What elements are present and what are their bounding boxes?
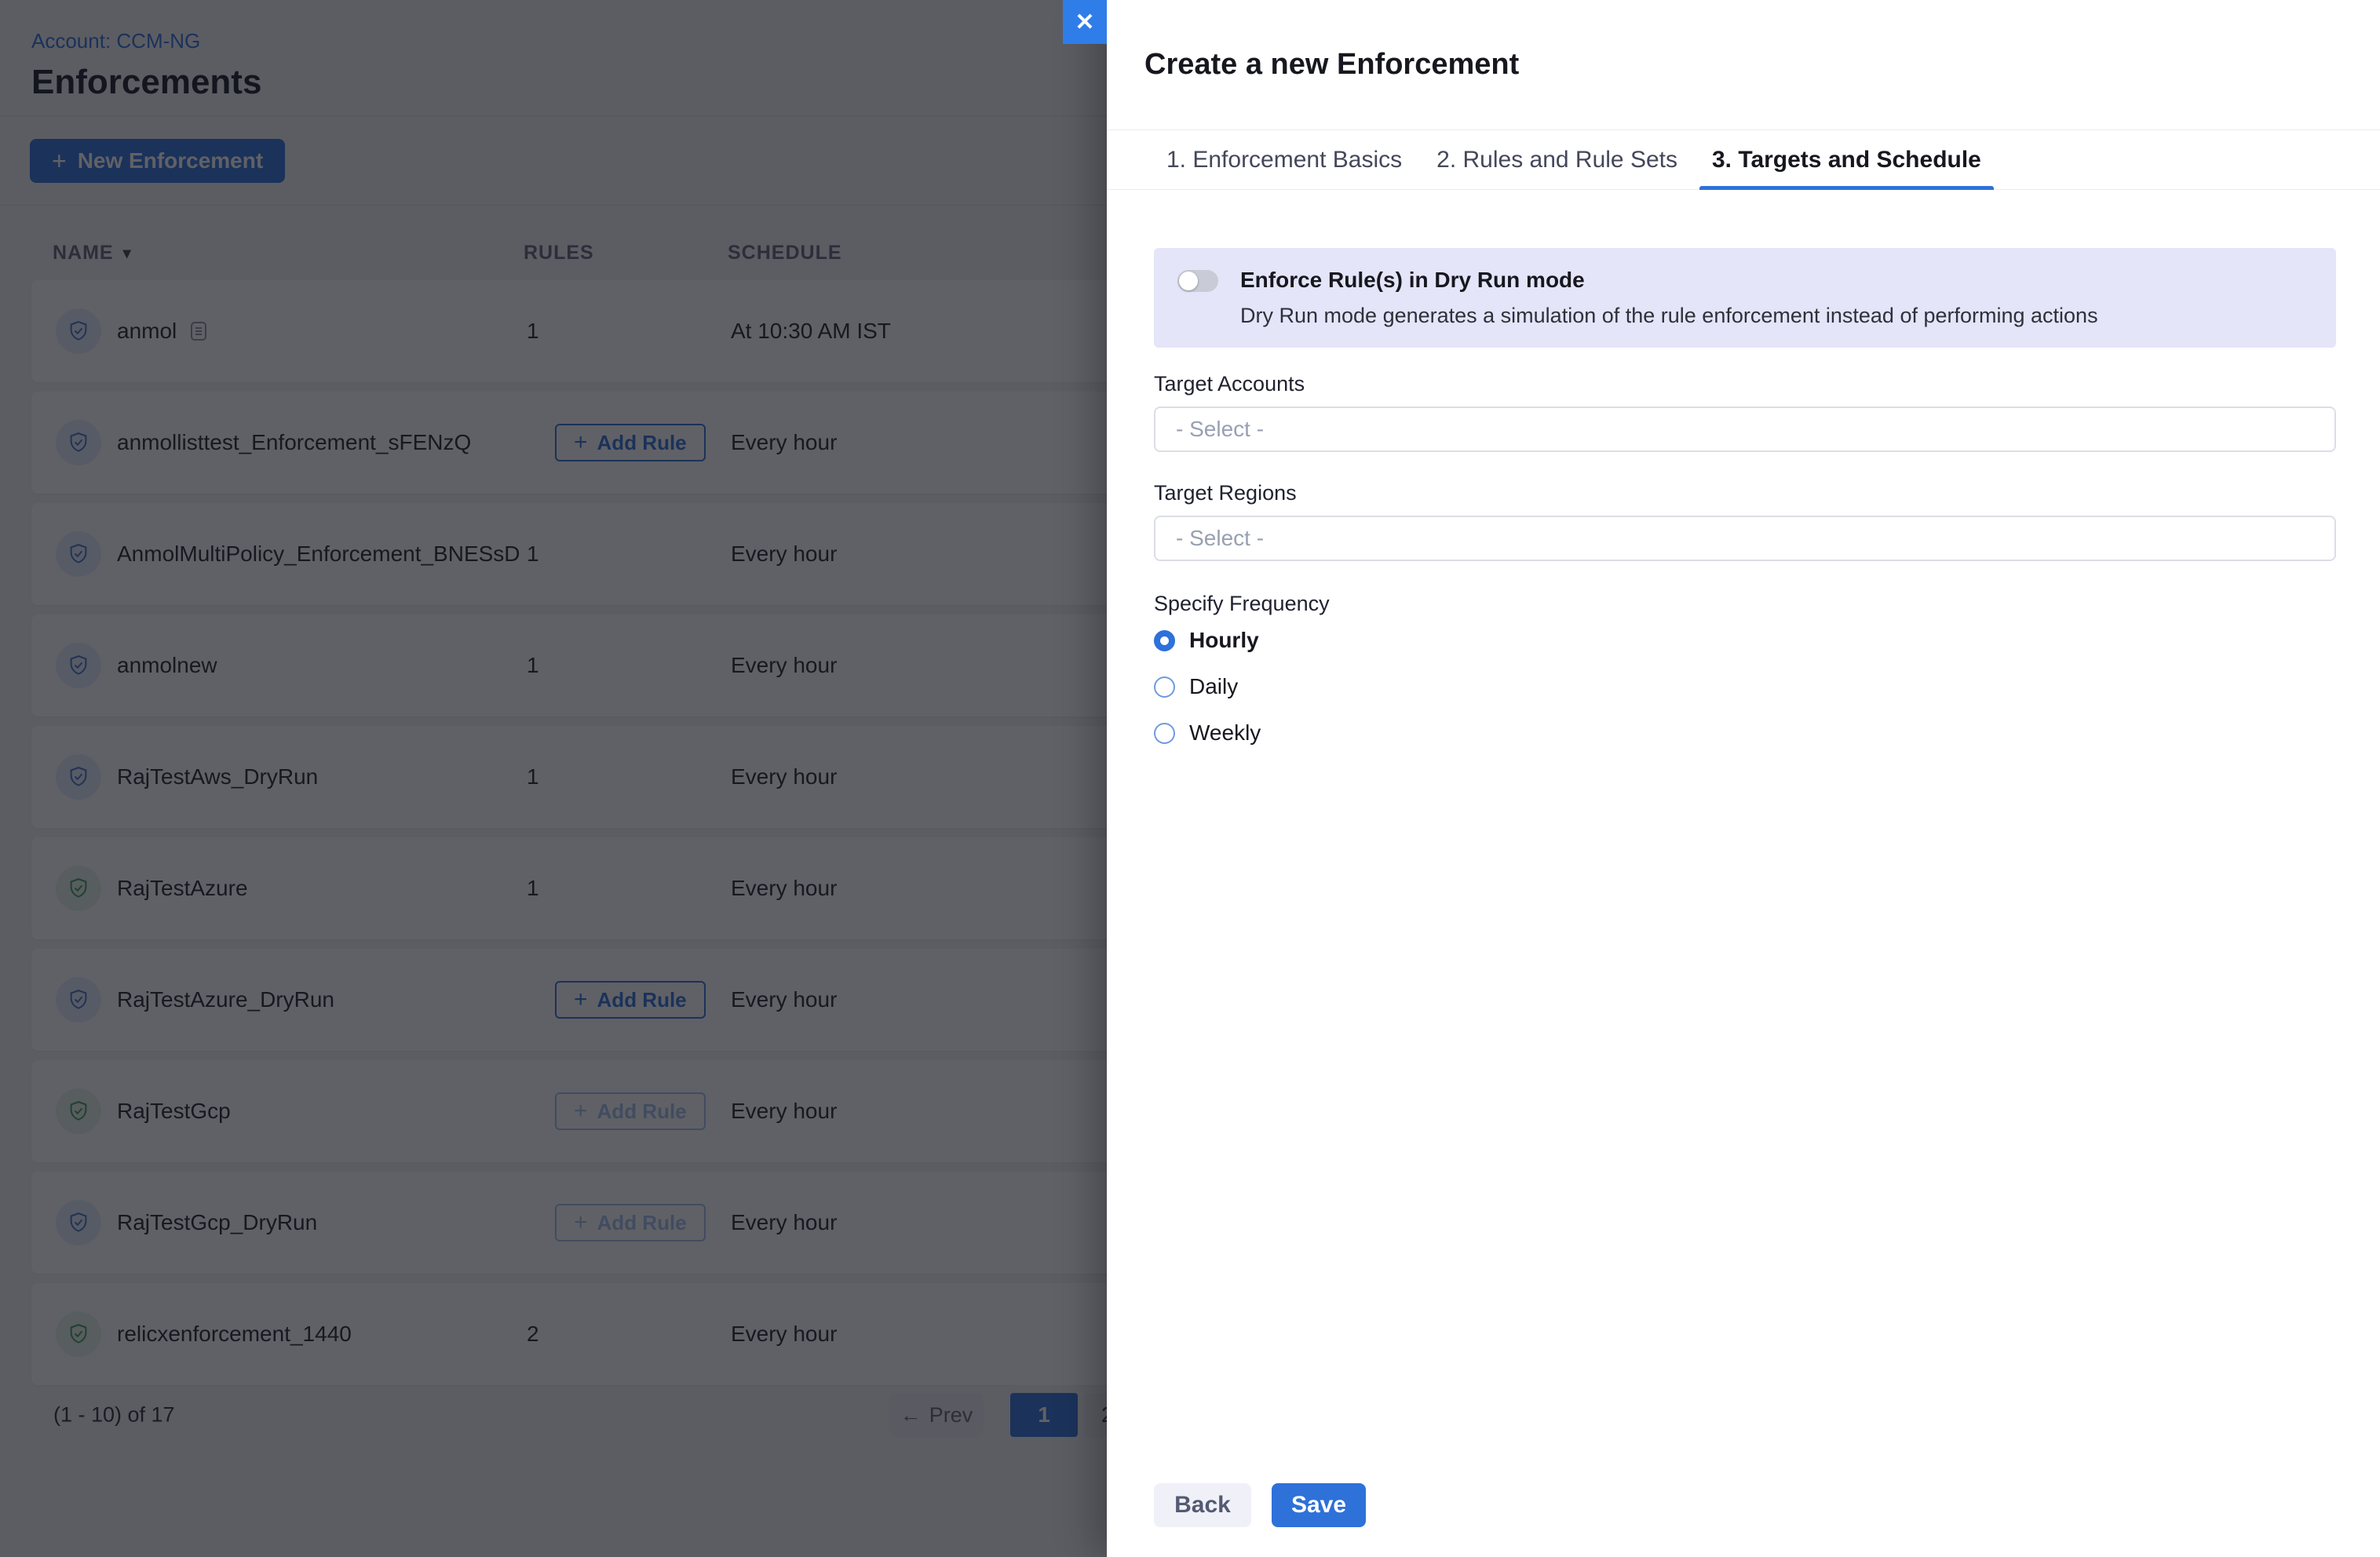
save-button[interactable]: Save [1272, 1483, 1366, 1527]
target-regions-select[interactable]: - Select - [1154, 516, 2336, 561]
drawer-footer: Back Save [1154, 1483, 1366, 1527]
dry-run-description: Dry Run mode generates a simulation of t… [1240, 303, 2098, 329]
wizard-tab[interactable]: 1. Enforcement Basics [1154, 130, 1414, 189]
drawer-content: Enforce Rule(s) in Dry Run mode Dry Run … [1107, 190, 2380, 1557]
close-button[interactable]: ✕ [1063, 0, 1107, 44]
dry-run-banner: Enforce Rule(s) in Dry Run mode Dry Run … [1154, 248, 2336, 348]
frequency-radio-group: Hourly Daily Weekly [1154, 628, 2336, 746]
frequency-option[interactable]: Weekly [1154, 720, 2336, 746]
frequency-option[interactable]: Hourly [1154, 628, 2336, 653]
radio-label: Hourly [1189, 628, 1259, 653]
radio-label: Weekly [1189, 720, 1261, 746]
back-button[interactable]: Back [1154, 1483, 1251, 1527]
radio-label: Daily [1189, 674, 1238, 699]
radio-icon [1154, 676, 1175, 698]
wizard-tab[interactable]: 3. Targets and Schedule [1699, 130, 1994, 189]
wizard-tabs: 1. Enforcement Basics 2. Rules and Rule … [1107, 130, 2380, 190]
radio-icon [1154, 630, 1175, 651]
radio-icon [1154, 723, 1175, 744]
target-accounts-select[interactable]: - Select - [1154, 407, 2336, 452]
dry-run-toggle[interactable] [1177, 270, 1218, 292]
drawer-header: Create a new Enforcement [1107, 0, 2380, 130]
dry-run-label: Enforce Rule(s) in Dry Run mode [1240, 267, 2098, 294]
toggle-knob-icon [1179, 272, 1198, 290]
create-enforcement-drawer: Create a new Enforcement 1. Enforcement … [1107, 0, 2380, 1557]
wizard-tab[interactable]: 2. Rules and Rule Sets [1424, 130, 1690, 189]
target-accounts-label: Target Accounts [1154, 371, 2336, 397]
frequency-label: Specify Frequency [1154, 591, 2336, 617]
frequency-option[interactable]: Daily [1154, 674, 2336, 699]
target-regions-label: Target Regions [1154, 480, 2336, 506]
close-icon: ✕ [1075, 9, 1094, 36]
drawer-title: Create a new Enforcement [1144, 48, 1519, 82]
